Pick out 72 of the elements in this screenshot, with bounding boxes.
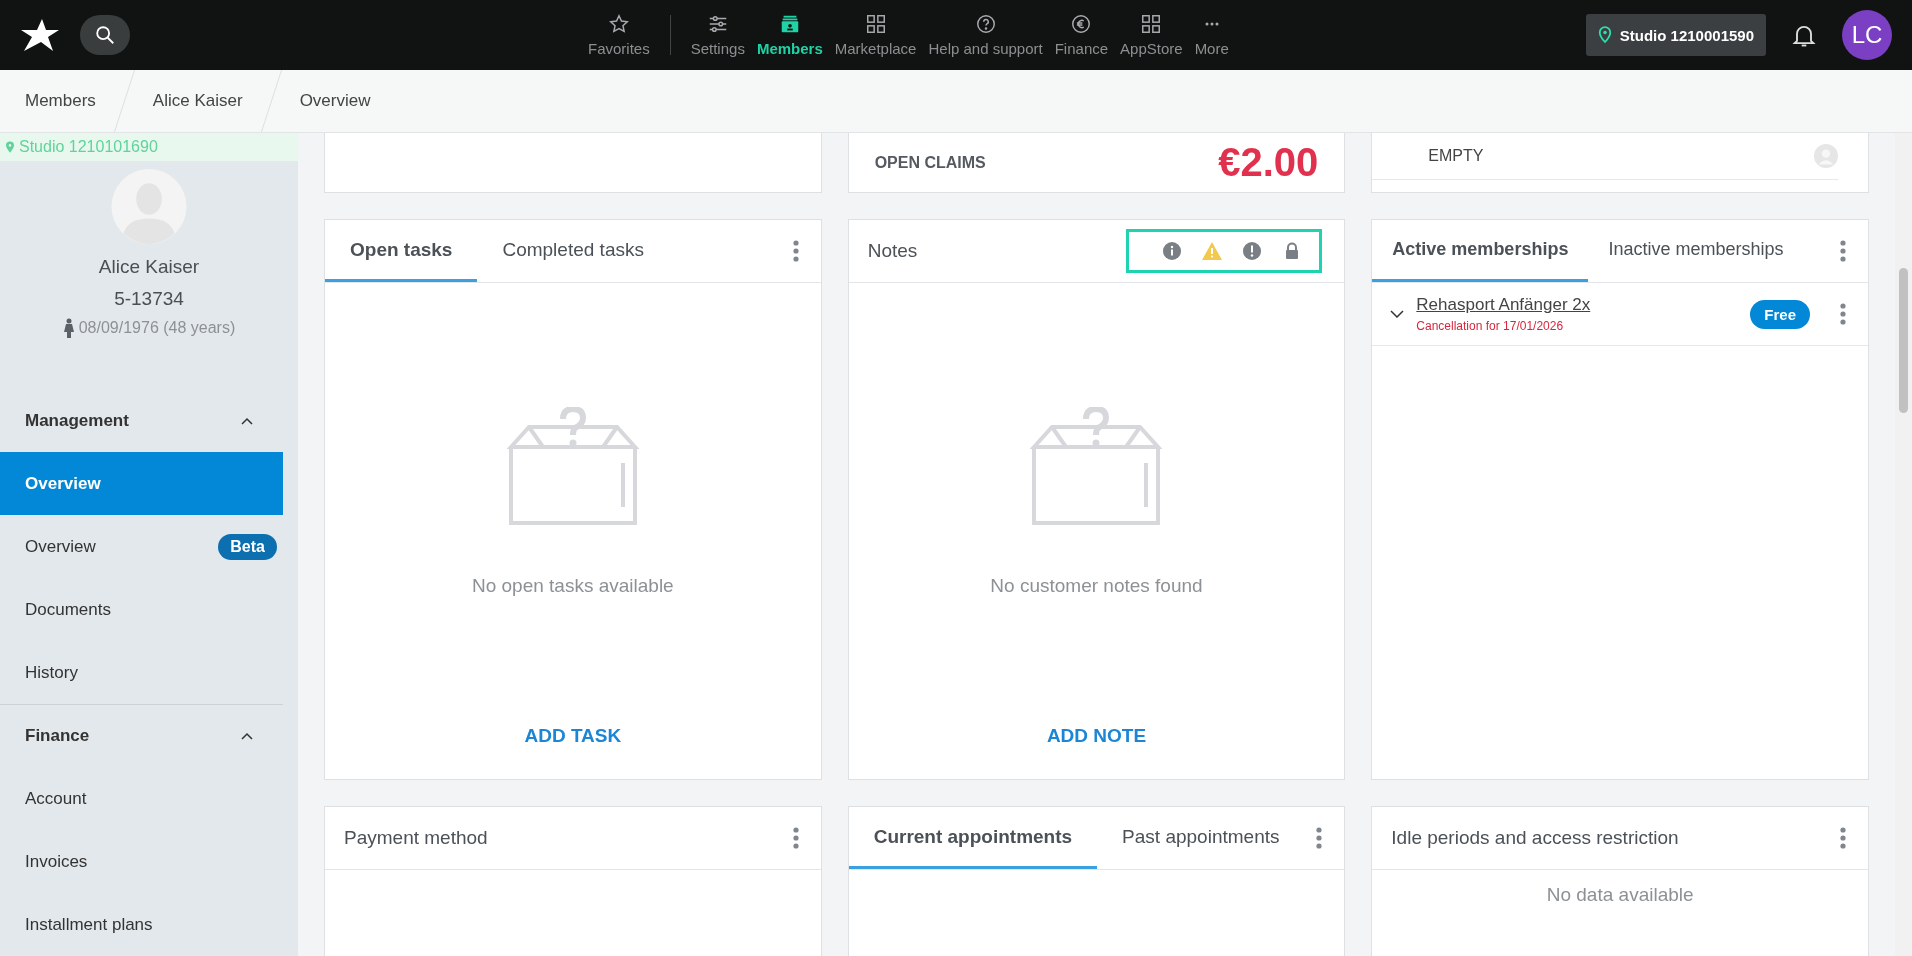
more-options-icon[interactable]: [1316, 827, 1323, 849]
sidebar-item[interactable]: Overview Beta: [0, 515, 283, 578]
more-icon: [1204, 22, 1219, 26]
star-icon: [607, 13, 630, 35]
birth-date: 08/09/1976 (48 years): [78, 319, 236, 337]
claims-amount: €2.00: [1218, 140, 1319, 185]
add-note-button[interactable]: ADD NOTE: [1026, 701, 1167, 771]
nav-item[interactable]: More: [1188, 13, 1235, 57]
caret-icon: [241, 732, 253, 740]
card-title: Idle periods and access restriction: [1390, 827, 1679, 849]
sidebar-item[interactable]: History: [0, 641, 283, 704]
more-options-icon[interactable]: [1840, 303, 1846, 325]
tab[interactable]: Inactive memberships: [1588, 220, 1804, 282]
sidebar-item[interactable]: Overview: [0, 452, 283, 515]
free-badge: Free: [1750, 299, 1810, 329]
more-options-icon[interactable]: [792, 240, 799, 262]
tab[interactable]: Open tasks: [325, 220, 478, 282]
grid-icon: [864, 13, 887, 35]
add-task-button[interactable]: ADD TASK: [504, 701, 642, 771]
tab[interactable]: Completed tasks: [477, 220, 669, 282]
card-title: Payment method: [343, 827, 488, 849]
card-title: Notes: [866, 240, 918, 262]
more-options-icon[interactable]: [792, 827, 799, 849]
member-id: 5-13734: [114, 288, 184, 310]
member-name: Alice Kaiser: [98, 256, 200, 278]
breadcrumb-link[interactable]: Alice Kaiser: [152, 91, 243, 111]
user-avatar[interactable]: LC: [1842, 10, 1892, 60]
location-pin-icon: [6, 140, 14, 153]
location-pin-icon: [1597, 26, 1612, 44]
star-logo-icon[interactable]: [20, 17, 60, 53]
sidebar-item[interactable]: Installment plans: [0, 893, 283, 956]
empty-message: No open tasks available: [471, 575, 674, 597]
grid-icon: [1140, 13, 1163, 35]
empty-message: No customer notes found: [990, 575, 1203, 597]
sidebar-item[interactable]: Documents: [0, 578, 283, 641]
section-header[interactable]: Management: [0, 390, 283, 452]
nav-item[interactable]: Members: [750, 13, 829, 57]
search-icon: [94, 24, 116, 46]
info-icon[interactable]: [1161, 241, 1184, 261]
more-options-icon[interactable]: [1840, 827, 1846, 849]
nav-item[interactable]: Settings: [684, 13, 751, 57]
avatar-icon: [1814, 144, 1838, 168]
tab[interactable]: Active memberships: [1372, 220, 1589, 282]
tab[interactable]: Past appointments: [1097, 807, 1305, 869]
cancellation-note: Cancellation for 17/01/2026: [1416, 319, 1565, 333]
sidebar-item[interactable]: Invoices: [0, 830, 283, 893]
nav-item[interactable]: Favorites: [582, 13, 656, 57]
euro-icon: [1070, 13, 1093, 35]
caret-icon: [241, 417, 253, 425]
person-icon: [62, 318, 75, 338]
tab[interactable]: Current appointments: [848, 807, 1098, 869]
section-header[interactable]: Finance: [0, 705, 283, 767]
help-icon: [974, 13, 997, 35]
studio-tag: Studio 1210101690: [0, 133, 298, 161]
nav-item[interactable]: AppStore: [1114, 13, 1189, 57]
studio-selector[interactable]: Studio 1210001590: [1585, 14, 1766, 56]
status-text: EMPTY: [1428, 147, 1484, 165]
sidebar-item[interactable]: Account: [0, 767, 283, 830]
breadcrumb-link[interactable]: Overview: [299, 91, 371, 111]
nav-item[interactable]: Help and support: [922, 13, 1049, 57]
exclamation-icon[interactable]: [1241, 241, 1264, 261]
nav-item[interactable]: Marketplace: [828, 13, 923, 57]
chevron-icon[interactable]: [1390, 310, 1405, 318]
membership-link[interactable]: Rehasport Anfänger 2x: [1416, 295, 1739, 315]
nav-item[interactable]: Finance: [1048, 13, 1115, 57]
more-options-icon[interactable]: [1840, 240, 1846, 262]
claims-label: OPEN CLAIMS: [874, 153, 986, 172]
search-button[interactable]: [80, 15, 130, 55]
empty-message: No data available: [1545, 884, 1695, 906]
beta-badge: Beta: [218, 533, 277, 560]
scrollbar-thumb[interactable]: [1899, 268, 1908, 413]
breadcrumb-link[interactable]: Members: [25, 91, 96, 111]
